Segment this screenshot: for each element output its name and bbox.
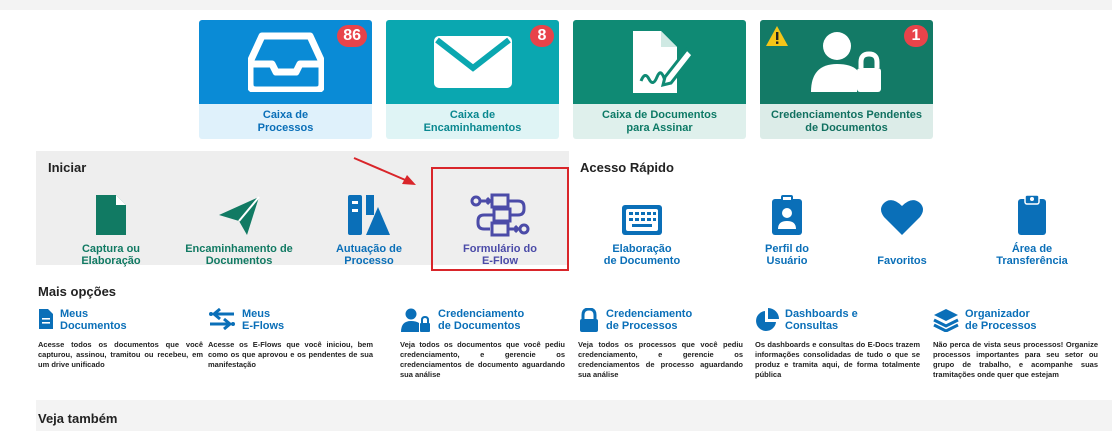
pie-chart-icon (756, 308, 779, 331)
organizador-processos-option[interactable]: Organizador de Processos Não perca de vis… (933, 308, 1098, 380)
tile-caixa-processos[interactable]: 86 Caixa de Processos (199, 20, 372, 139)
warning-icon (766, 26, 788, 46)
meus-eflows-option[interactable]: Meus E-Flows Acesse os E-Flows que você i… (208, 308, 373, 370)
document-icon (96, 195, 126, 235)
tile-label: Caixa de Documentos para Assinar (573, 104, 746, 139)
heart-icon (881, 200, 923, 235)
dashboards-consultas-option[interactable]: Dashboards e Consultas Os dashboards e co… (755, 308, 920, 380)
option-description: Acesse todos os documentos que você capt… (38, 340, 203, 369)
keyboard-icon (622, 205, 662, 235)
acesso-rapido-title: Acesso Rápido (580, 160, 674, 175)
autuacao-processo-link[interactable]: Autuação de Processo (304, 185, 434, 267)
lock-icon (580, 308, 598, 332)
meus-documentos-option[interactable]: Meus Documentos Acesse todos os documento… (38, 308, 203, 370)
tile-caixa-encaminhamentos[interactable]: 8 Caixa de Encaminhamentos (386, 20, 559, 139)
user-badge-icon (772, 195, 802, 235)
envelope-icon (433, 36, 512, 88)
option-description: Não perca de vista seus processos! Organ… (933, 340, 1098, 379)
tile-label: Caixa de Encaminhamentos (386, 104, 559, 139)
badge-count: 1 (904, 25, 928, 47)
badge-count: 8 (530, 25, 554, 47)
option-description: Os dashboards e consultas do E-Docs traz… (755, 340, 920, 379)
clipboard-icon (1018, 194, 1046, 235)
mais-opcoes-title: Mais opções (38, 284, 117, 299)
annotation-arrow (353, 157, 416, 185)
paper-plane-icon (219, 196, 260, 235)
option-description: Acesse os E-Flows que você iniciou, bem … (208, 340, 373, 369)
highlight-box (431, 167, 569, 271)
user-lock-icon (810, 32, 881, 92)
exchange-icon (209, 308, 235, 330)
user-lock-icon (401, 308, 430, 332)
elaboracao-documento-link[interactable]: Elaboração de Documento (577, 185, 707, 267)
badge-count: 86 (337, 25, 367, 47)
credenciamento-processos-option[interactable]: Credenciamento de Processos Veja todos os… (578, 308, 743, 380)
file-icon (39, 309, 53, 329)
captura-elaboracao-link[interactable]: Captura ou Elaboração (46, 185, 176, 267)
layers-icon (933, 309, 959, 332)
process-icon (348, 195, 390, 235)
perfil-usuario-link[interactable]: Perfil do Usuário (722, 185, 852, 267)
inbox-icon (247, 32, 324, 92)
iniciar-title: Iniciar (48, 160, 87, 175)
tile-credenciamentos-pendentes[interactable]: 1 Credenciamentos Pendentes de Documentos (760, 20, 933, 139)
top-strip (0, 0, 1112, 10)
favoritos-link[interactable]: Favoritos (837, 185, 967, 267)
veja-tambem-title: Veja também (38, 411, 118, 426)
tile-label: Credenciamentos Pendentes de Documentos (760, 104, 933, 139)
veja-tambem-panel (36, 400, 1112, 431)
tile-caixa-documentos-assinar[interactable]: Caixa de Documentos para Assinar (573, 20, 746, 139)
sign-document-icon (632, 31, 695, 93)
area-transferencia-link[interactable]: Área de Transferência (967, 185, 1097, 267)
option-description: Veja todos os processos que você pediu c… (578, 340, 743, 379)
tile-label: Caixa de Processos (199, 104, 372, 139)
credenciamento-documentos-option[interactable]: Credenciamento de Documentos Veja todos o… (400, 308, 565, 380)
option-description: Veja todos os documentos que você pediu … (400, 340, 565, 379)
encaminhamento-documentos-link[interactable]: Encaminhamento de Documentos (174, 185, 304, 267)
